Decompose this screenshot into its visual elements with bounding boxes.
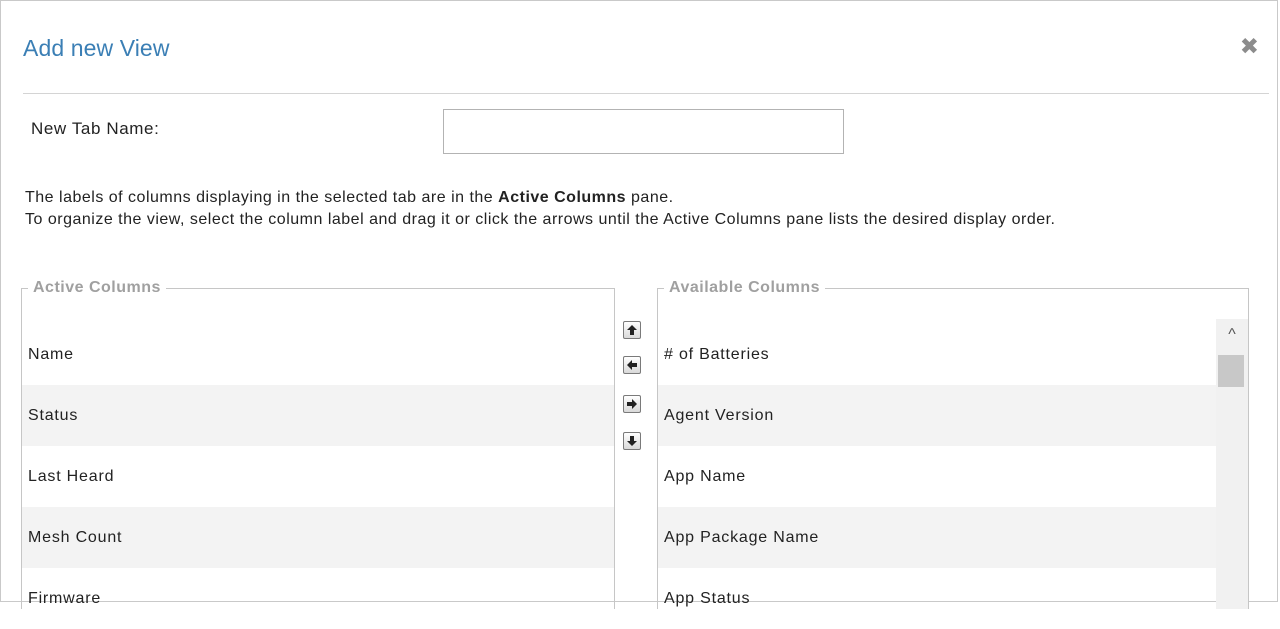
instructions: The labels of columns displaying in the … bbox=[25, 187, 1265, 231]
close-icon[interactable]: ✖ bbox=[1240, 35, 1259, 58]
move-up-button[interactable] bbox=[623, 321, 641, 339]
instructions-line1-prefix: The labels of columns displaying in the … bbox=[25, 189, 499, 206]
dialog-title: Add new View bbox=[23, 35, 170, 61]
arrow-up-icon bbox=[627, 325, 637, 335]
instructions-line2: To organize the view, select the column … bbox=[25, 211, 1056, 228]
available-column-item[interactable]: App Status bbox=[658, 568, 1216, 629]
instructions-line1-suffix: pane. bbox=[626, 189, 674, 206]
available-column-item[interactable]: # of Batteries bbox=[658, 324, 1216, 385]
arrow-right-icon bbox=[627, 399, 637, 409]
title-divider bbox=[23, 93, 1269, 94]
available-column-item[interactable]: App Name bbox=[658, 446, 1216, 507]
new-tab-name-label: New Tab Name: bbox=[31, 119, 160, 138]
arrow-left-icon bbox=[627, 360, 637, 370]
active-columns-pane: Active Columns Name Status Last Heard Me… bbox=[21, 279, 615, 609]
active-columns-list: Name Status Last Heard Mesh Count Firmwa… bbox=[22, 324, 614, 629]
instructions-line1-bold: Active Columns bbox=[498, 189, 627, 206]
add-view-dialog: Add new View ✖ New Tab Name: The labels … bbox=[0, 0, 1278, 609]
move-left-button[interactable] bbox=[623, 356, 641, 374]
move-right-button[interactable] bbox=[623, 395, 641, 413]
move-down-button[interactable] bbox=[623, 432, 641, 450]
active-columns-legend: Active Columns bbox=[33, 279, 161, 296]
active-column-item[interactable]: Firmware bbox=[22, 568, 614, 629]
active-column-item[interactable]: Name bbox=[22, 324, 614, 385]
scroll-up-icon[interactable]: ^ bbox=[1220, 323, 1244, 347]
active-column-item[interactable]: Mesh Count bbox=[22, 507, 614, 568]
new-tab-name-input[interactable] bbox=[443, 109, 844, 154]
active-column-item[interactable]: Status bbox=[22, 385, 614, 446]
available-columns-legend: Available Columns bbox=[669, 279, 821, 296]
available-column-item[interactable]: App Package Name bbox=[658, 507, 1216, 568]
scrollbar-thumb[interactable] bbox=[1218, 355, 1244, 387]
available-columns-pane: Available Columns # of Batteries Agent V… bbox=[657, 279, 1249, 609]
arrow-down-icon bbox=[627, 436, 637, 446]
available-column-item[interactable]: Agent Version bbox=[658, 385, 1216, 446]
available-columns-list: # of Batteries Agent Version App Name Ap… bbox=[658, 324, 1216, 629]
active-column-item[interactable]: Last Heard bbox=[22, 446, 614, 507]
